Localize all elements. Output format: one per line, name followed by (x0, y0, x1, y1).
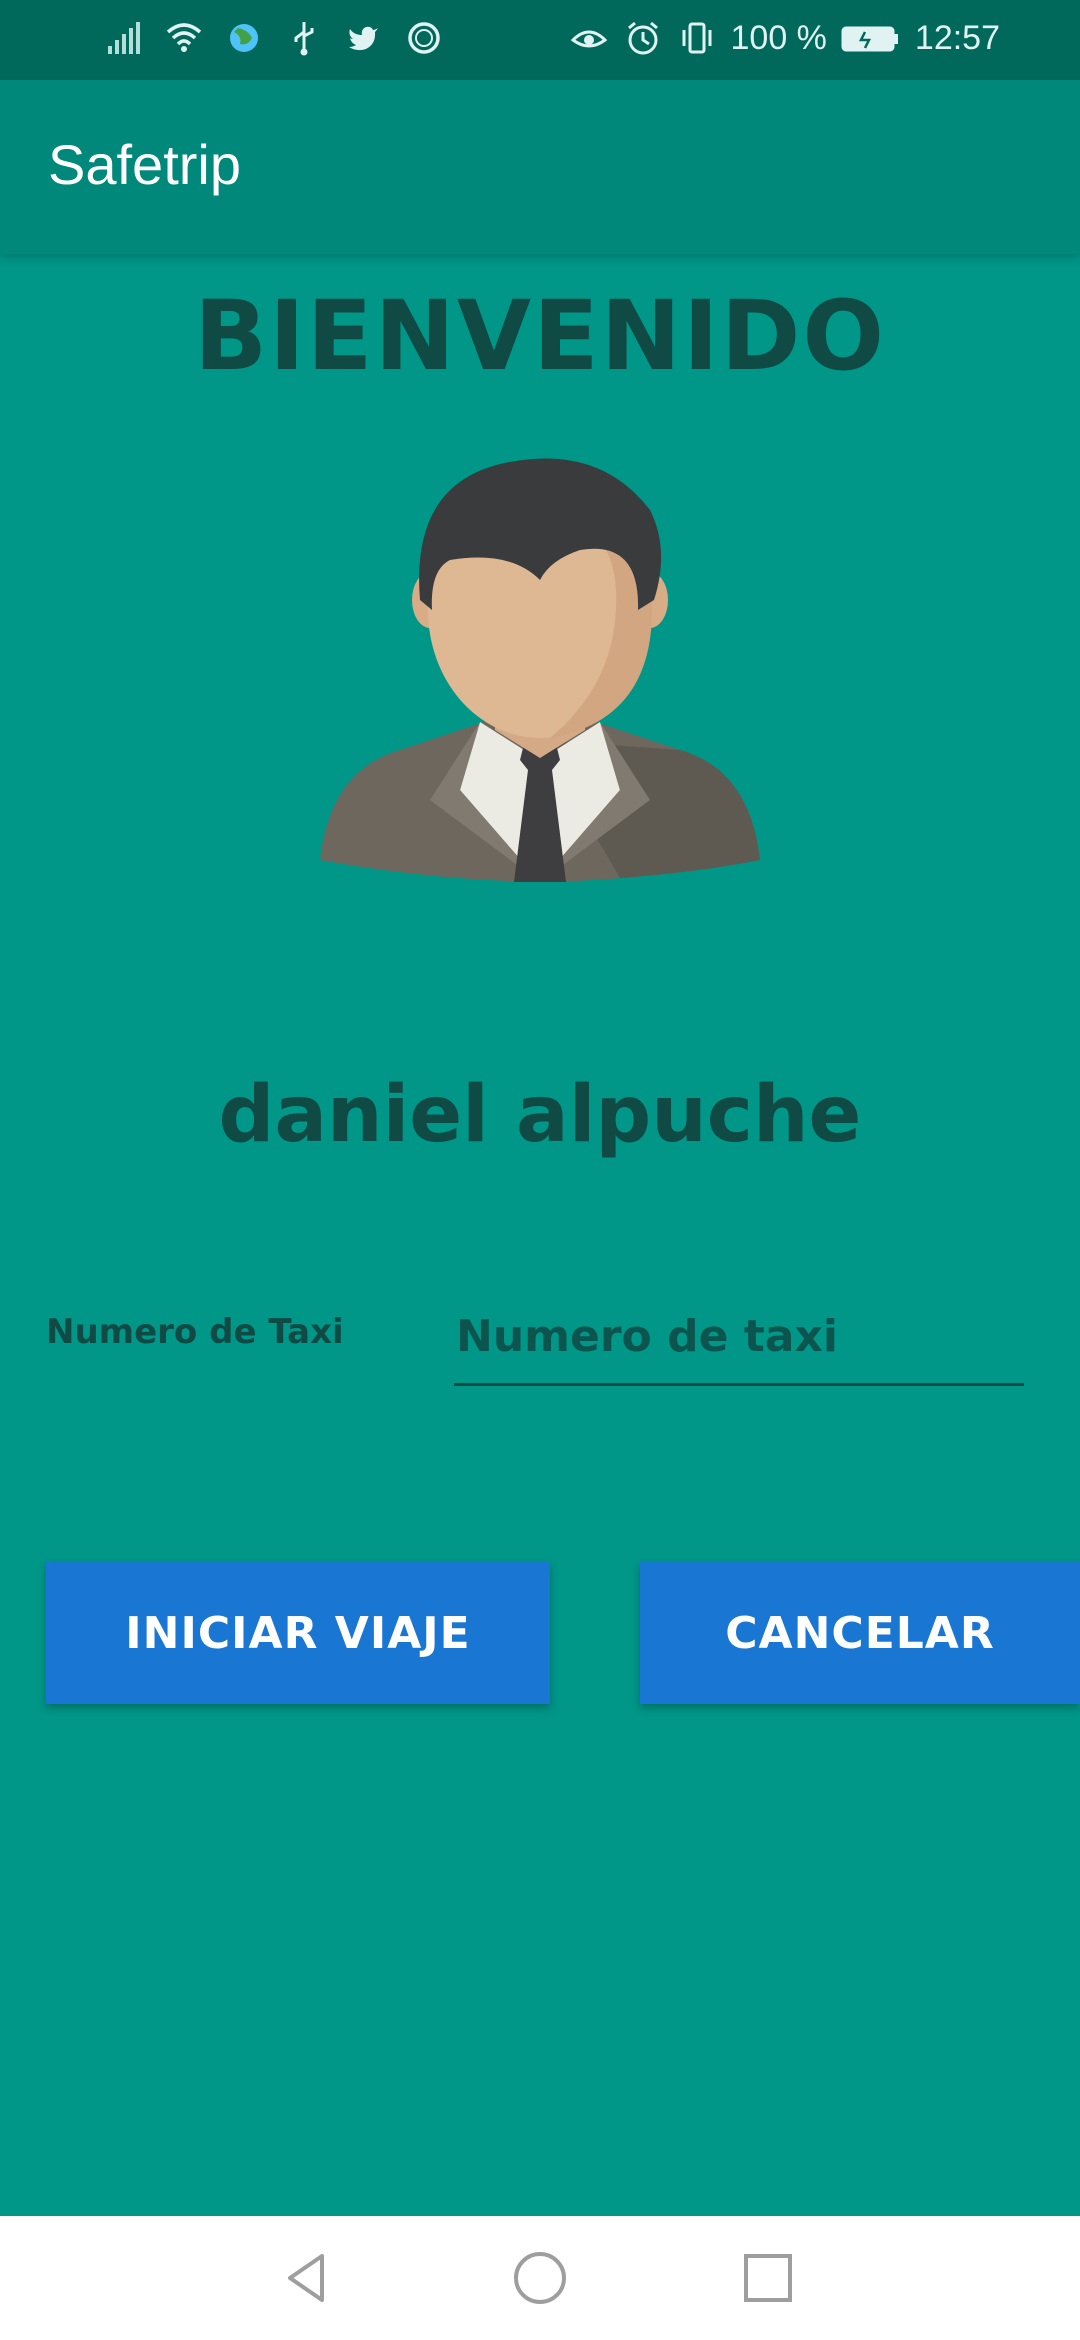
signal-icon (108, 22, 140, 54)
user-name: daniel alpuche (218, 1070, 862, 1160)
home-icon[interactable] (508, 2246, 572, 2310)
twitter-icon (349, 26, 378, 51)
avatar-icon (320, 458, 760, 882)
status-icons-right: 100 % 12:57 (569, 18, 1000, 58)
app-title: Safetrip (48, 133, 241, 196)
alarm-icon (627, 21, 658, 55)
sync-icon (408, 22, 440, 54)
eye-icon (570, 30, 607, 48)
recents-icon[interactable] (736, 2246, 800, 2310)
clock: 12:57 (914, 18, 1000, 57)
globe-icon (230, 24, 258, 52)
taxi-number-label: Numero de Taxi (46, 1312, 344, 1352)
usb-icon (294, 22, 314, 56)
vibrate-icon (682, 22, 711, 54)
battery-icon (841, 26, 898, 52)
start-trip-button[interactable]: INICIAR VIAJE (46, 1562, 550, 1704)
battery-percent: 100 % (730, 18, 827, 57)
status-icons-left (104, 18, 444, 58)
navigation-bar (0, 2216, 1080, 2340)
cancel-button[interactable]: CANCELAR (640, 1562, 1080, 1704)
welcome-heading: BIENVENIDO (193, 280, 887, 392)
wifi-icon (166, 23, 202, 52)
status-bar: 100 % 12:57 (0, 0, 1080, 80)
back-icon[interactable] (276, 2246, 340, 2310)
app-bar: Safetrip (0, 80, 1080, 254)
taxi-number-input[interactable] (454, 1290, 1024, 1386)
